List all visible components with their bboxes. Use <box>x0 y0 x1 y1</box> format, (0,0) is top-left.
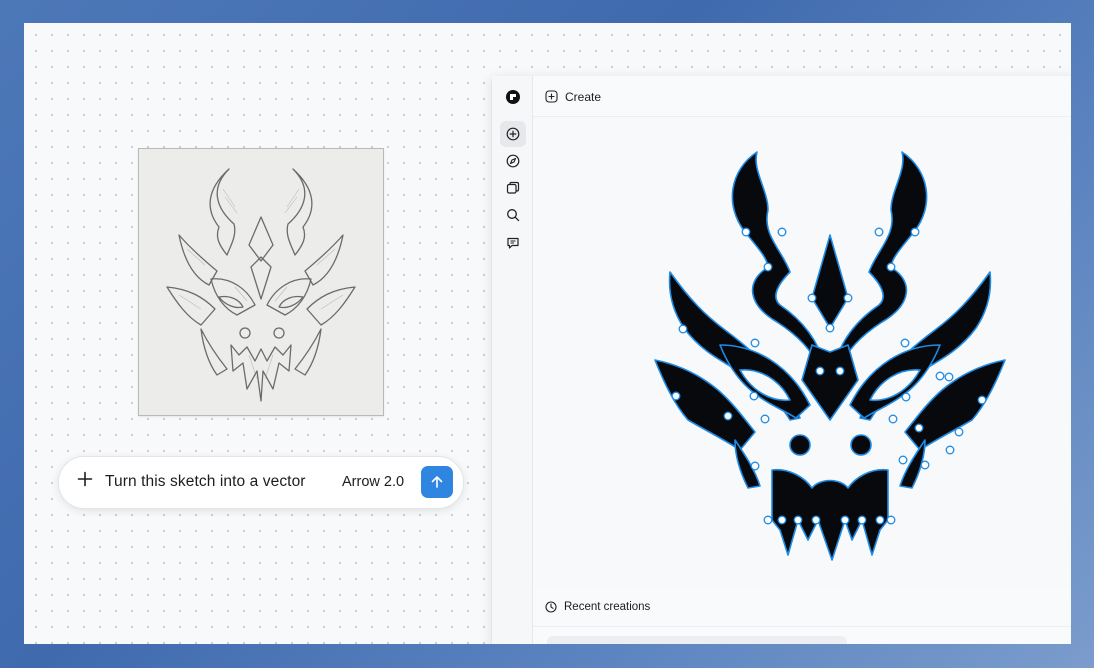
mask-shape[interactable] <box>811 234 849 329</box>
anchor-node[interactable] <box>945 445 955 455</box>
anchor-node[interactable] <box>749 391 759 401</box>
prompt-text[interactable]: Turn this sketch into a vector <box>105 473 306 491</box>
anchor-node[interactable] <box>763 515 773 525</box>
sketch-image[interactable] <box>138 148 384 416</box>
anchor-node[interactable] <box>840 515 850 525</box>
anchor-node[interactable] <box>678 324 688 334</box>
mask-shape[interactable] <box>731 151 826 368</box>
anchor-node[interactable] <box>901 392 911 402</box>
send-button[interactable] <box>421 466 453 498</box>
anchor-node[interactable] <box>763 262 773 272</box>
vector-stage[interactable] <box>533 117 1071 587</box>
anchor-node[interactable] <box>835 366 845 376</box>
anchor-node[interactable] <box>886 515 896 525</box>
app-window: Create Recent creations <box>491 76 1071 644</box>
panel-header: Create <box>533 76 1071 117</box>
anchor-node[interactable] <box>874 227 884 237</box>
recent-creations-strip[interactable] <box>547 636 847 644</box>
plus-icon[interactable] <box>76 470 94 488</box>
recent-creations-header: Recent creations <box>533 590 1071 627</box>
mask-shape[interactable] <box>771 468 889 561</box>
anchor-node[interactable] <box>815 366 825 376</box>
clock-icon <box>545 600 557 618</box>
gallery-icon[interactable] <box>502 177 524 199</box>
anchor-node[interactable] <box>793 515 803 525</box>
anchor-node[interactable] <box>910 227 920 237</box>
design-canvas[interactable]: Turn this sketch into a vector Arrow 2.0 <box>24 23 1071 644</box>
anchor-node[interactable] <box>671 391 681 401</box>
explore-icon[interactable] <box>502 150 524 172</box>
anchor-node[interactable] <box>944 372 954 382</box>
anchor-node[interactable] <box>777 515 787 525</box>
mask-nostril[interactable] <box>789 434 811 456</box>
anchor-node[interactable] <box>807 293 817 303</box>
anchor-node[interactable] <box>935 371 945 381</box>
create-icon[interactable] <box>500 121 526 147</box>
model-selector[interactable]: Arrow 2.0 <box>342 474 404 490</box>
anchor-node[interactable] <box>857 515 867 525</box>
recent-creations-label[interactable]: Recent creations <box>564 601 650 613</box>
anchor-node[interactable] <box>811 515 821 525</box>
anchor-node[interactable] <box>843 293 853 303</box>
prompt-bar[interactable]: Turn this sketch into a vector Arrow 2.0 <box>58 456 464 509</box>
app-logo-icon[interactable] <box>502 86 524 108</box>
vector-image[interactable] <box>533 117 1071 587</box>
anchor-node[interactable] <box>898 455 908 465</box>
anchor-node[interactable] <box>741 227 751 237</box>
anchor-node[interactable] <box>888 414 898 424</box>
chat-icon[interactable] <box>502 232 524 254</box>
plus-circle-icon <box>545 90 558 108</box>
anchor-node[interactable] <box>886 262 896 272</box>
anchor-node[interactable] <box>777 227 787 237</box>
anchor-node[interactable] <box>750 338 760 348</box>
anchor-node[interactable] <box>825 323 835 333</box>
anchor-node[interactable] <box>977 395 987 405</box>
anchor-node[interactable] <box>760 414 770 424</box>
anchor-node[interactable] <box>900 338 910 348</box>
anchor-node[interactable] <box>920 460 930 470</box>
mask-nostril[interactable] <box>850 434 872 456</box>
anchor-node[interactable] <box>875 515 885 525</box>
side-rail <box>492 76 533 644</box>
arrow-up-icon <box>431 476 443 488</box>
anchor-node[interactable] <box>723 411 733 421</box>
anchor-node[interactable] <box>954 427 964 437</box>
anchor-node[interactable] <box>750 461 760 471</box>
mask-shape[interactable] <box>801 344 859 421</box>
main-panel: Create Recent creations <box>533 76 1071 644</box>
create-label[interactable]: Create <box>565 90 601 104</box>
search-icon[interactable] <box>502 204 524 226</box>
mask-shape[interactable] <box>833 151 928 368</box>
anchor-node[interactable] <box>914 423 924 433</box>
